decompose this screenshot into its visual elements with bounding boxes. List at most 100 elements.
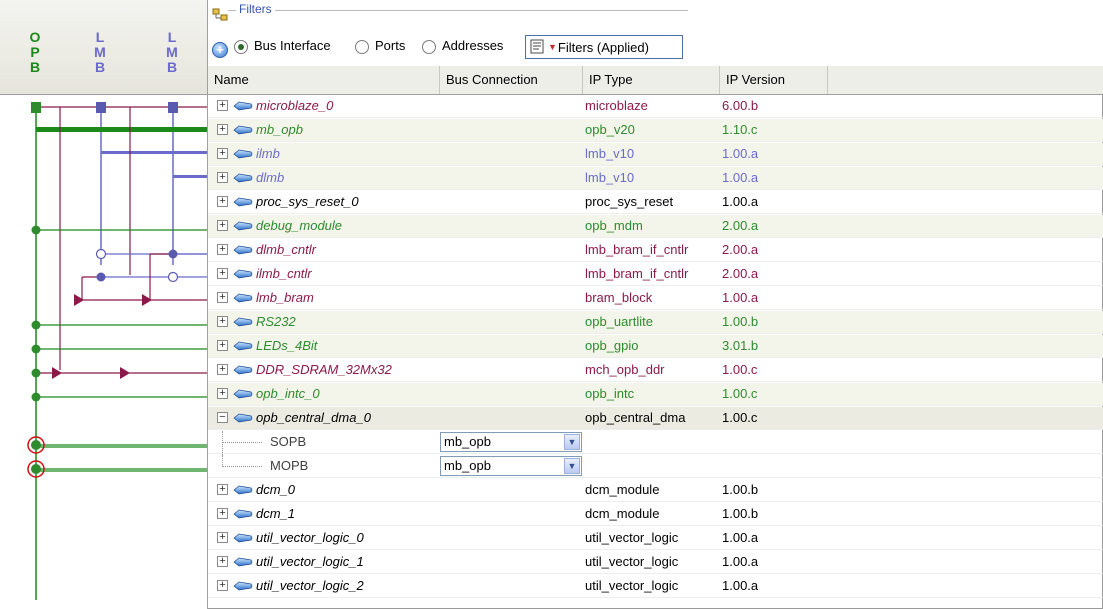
bus-connection-value: mb_opb xyxy=(444,458,491,473)
table-row[interactable]: + dlmb lmb_v10 1.00.a xyxy=(208,167,1103,190)
table-row[interactable]: + util_vector_logic_0 util_vector_logic 1.0… xyxy=(208,527,1103,550)
column-header-ip-type[interactable]: IP Type xyxy=(583,66,720,94)
column-header-bus-connection[interactable]: Bus Connection xyxy=(440,66,583,94)
instance-name: LEDs_4Bit xyxy=(256,338,318,353)
radio-label-addresses: Addresses xyxy=(442,38,504,53)
expand-icon[interactable]: + xyxy=(217,196,228,207)
table-row[interactable]: + mb_opb opb_v20 1.10.c xyxy=(208,119,1103,142)
ip-version: 3.01.b xyxy=(722,338,759,353)
table-row[interactable]: + util_vector_logic_1 util_vector_logic 1.0… xyxy=(208,551,1103,574)
table-row[interactable]: + dlmb_cntlr lmb_bram_if_cntlr 2.00.a xyxy=(208,239,1103,262)
table-row[interactable]: + lmb_bram bram_block 1.00.a xyxy=(208,287,1103,310)
expand-icon[interactable]: + xyxy=(217,148,228,159)
instance-name: util_vector_logic_0 xyxy=(256,530,364,545)
instance-name: proc_sys_reset_0 xyxy=(256,194,359,209)
expand-icon[interactable]: + xyxy=(217,124,228,135)
ip-type: opb_mdm xyxy=(585,218,643,233)
expand-icon[interactable]: + xyxy=(217,580,228,591)
ip-type: opb_intc xyxy=(585,386,635,401)
instance-name: ilmb xyxy=(256,146,280,161)
radio-ports[interactable] xyxy=(355,40,369,54)
expand-icon[interactable]: + xyxy=(217,508,228,519)
expand-icon[interactable]: + xyxy=(217,244,228,255)
ip-version: 1.00.b xyxy=(722,482,759,497)
ip-type: util_vector_logic xyxy=(585,578,679,593)
filters-legend: Filters xyxy=(236,2,275,16)
ip-type: opb_gpio xyxy=(585,338,639,353)
ip-instance-icon xyxy=(233,341,253,351)
ip-version: 1.00.a xyxy=(722,290,759,305)
bus-connection-select[interactable]: mb_opb ▼ xyxy=(440,432,582,452)
table-row[interactable]: + dcm_1 dcm_module 1.00.b xyxy=(208,503,1103,526)
ip-version: 2.00.a xyxy=(722,266,759,281)
ip-type: mch_opb_ddr xyxy=(585,362,665,377)
expand-icon[interactable]: + xyxy=(217,388,228,399)
bus-interface-name: SOPB xyxy=(270,434,307,449)
expand-icon[interactable]: + xyxy=(217,268,228,279)
collapse-icon[interactable]: − xyxy=(217,412,228,423)
ip-instance-icon xyxy=(233,485,253,495)
table-row[interactable]: + DDR_SDRAM_32Mx32 mch_opb_ddr 1.00.c xyxy=(208,359,1103,382)
ip-instance-icon xyxy=(233,581,253,591)
radio-bus-interface[interactable] xyxy=(234,40,248,54)
table-row[interactable]: + ilmb lmb_v10 1.00.a xyxy=(208,143,1103,166)
expand-icon[interactable]: + xyxy=(217,556,228,567)
ip-type: lmb_v10 xyxy=(585,170,635,185)
expand-icon[interactable]: + xyxy=(217,220,228,231)
column-header-ip-version[interactable]: IP Version xyxy=(720,66,828,94)
add-circle-icon[interactable]: + xyxy=(212,42,228,58)
table-row[interactable]: + dcm_0 dcm_module 1.00.b xyxy=(208,479,1103,502)
instance-name: opb_intc_0 xyxy=(256,386,320,401)
ip-version: 1.00.a xyxy=(722,170,759,185)
chevron-down-icon[interactable]: ▼ xyxy=(564,434,580,450)
table-row[interactable]: + microblaze_0 microblaze 6.00.b xyxy=(208,95,1103,118)
ip-version: 1.00.c xyxy=(722,410,758,425)
chevron-down-icon[interactable]: ▼ xyxy=(564,458,580,474)
ip-type: util_vector_logic xyxy=(585,530,679,545)
table-row[interactable]: + opb_intc_0 opb_intc 1.00.c xyxy=(208,383,1103,406)
bus-interface-row[interactable]: SOPB mb_opb ▼ xyxy=(208,431,1103,455)
table-row[interactable]: − opb_central_dma_0 opb_central_dma 1.00.c xyxy=(208,407,1103,430)
expand-icon[interactable]: + xyxy=(217,100,228,111)
bus-connection-select[interactable]: mb_opb ▼ xyxy=(440,456,582,476)
ip-type: lmb_v10 xyxy=(585,146,635,161)
column-header-name[interactable]: Name xyxy=(208,66,440,94)
ip-instance-icon xyxy=(233,269,253,279)
expand-icon[interactable]: + xyxy=(217,484,228,495)
ip-instance-icon xyxy=(233,557,253,567)
table-row[interactable]: + ilmb_cntlr lmb_bram_if_cntlr 2.00.a xyxy=(208,263,1103,286)
expand-icon[interactable]: + xyxy=(217,340,228,351)
bus-header: O P B L M B L M B xyxy=(0,0,207,95)
ip-instance-icon xyxy=(233,173,253,183)
bus-interface-row[interactable]: MOPB mb_opb ▼ xyxy=(208,455,1103,478)
bus-interface-table: Name Bus Connection IP Type IP Version +… xyxy=(208,66,1103,609)
instance-name: dlmb_cntlr xyxy=(256,242,316,257)
table-row[interactable]: + proc_sys_reset_0 proc_sys_reset 1.00.a xyxy=(208,191,1103,214)
filters-applied-button[interactable]: ▼ Filters (Applied) xyxy=(525,35,683,59)
instance-name: dcm_0 xyxy=(256,482,296,497)
table-row[interactable]: + RS232 opb_uartlite 1.00.b xyxy=(208,311,1103,334)
expand-icon[interactable]: + xyxy=(217,292,228,303)
ip-type: microblaze xyxy=(585,98,648,113)
instance-name: opb_central_dma_0 xyxy=(256,410,371,425)
ip-version: 1.00.c xyxy=(722,386,758,401)
bus-label-lmb-2: L M B xyxy=(166,29,178,75)
bus-diagram[interactable] xyxy=(0,95,207,609)
instance-name: microblaze_0 xyxy=(256,98,334,113)
ip-instance-icon xyxy=(233,413,253,423)
ip-type: opb_uartlite xyxy=(585,314,653,329)
table-row[interactable]: + LEDs_4Bit opb_gpio 3.01.b xyxy=(208,335,1103,358)
table-row[interactable]: + debug_module opb_mdm 2.00.a xyxy=(208,215,1103,238)
expand-icon[interactable]: + xyxy=(217,532,228,543)
ip-instance-icon xyxy=(233,389,253,399)
radio-addresses[interactable] xyxy=(422,40,436,54)
instance-name: dcm_1 xyxy=(256,506,296,521)
table-row[interactable]: + util_vector_logic_2 util_vector_logic 1.0… xyxy=(208,575,1103,598)
expand-icon[interactable]: + xyxy=(217,364,228,375)
expand-icon[interactable]: + xyxy=(217,172,228,183)
ip-version: 6.00.b xyxy=(722,98,759,113)
ip-instance-icon xyxy=(233,149,253,159)
ip-instance-icon xyxy=(233,317,253,327)
instance-name: ilmb_cntlr xyxy=(256,266,312,281)
expand-icon[interactable]: + xyxy=(217,316,228,327)
